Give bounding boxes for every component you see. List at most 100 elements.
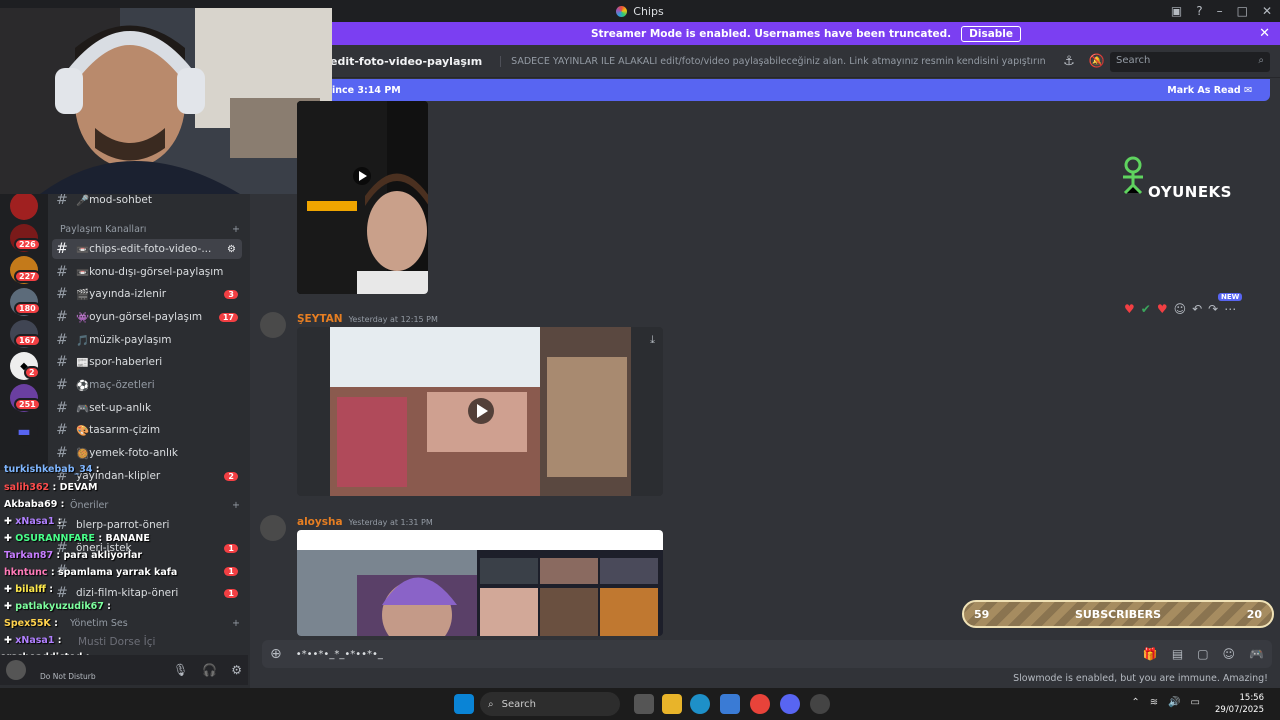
sticker-icon[interactable]: ▢ — [1197, 647, 1208, 661]
new-messages-bar[interactable]: ince 3:14 PM Mark As Read ✉ — [256, 79, 1270, 101]
user-panel: Do Not Disturb 🎙 🎧 ⚙ — [0, 655, 248, 685]
chat-line: Akbaba69 : — [4, 499, 65, 510]
chat-line: turkishkebab_34 : — [4, 464, 100, 475]
channel-item[interactable]: # 🎨 tasarım-çizim — [52, 420, 242, 440]
emoji-icon[interactable]: ☺ — [1223, 647, 1236, 661]
minimize-button[interactable]: – — [1217, 4, 1223, 18]
channel-item[interactable]: # blerp-parrot-öneri — [52, 515, 242, 535]
forward-icon[interactable]: ↷ — [1208, 302, 1218, 316]
channel-item[interactable]: # 🎮 set-up-anlık — [52, 398, 242, 418]
message-composer[interactable]: ⊕ •*••*•_*_•*••*•_ 🎁 ▤ ▢ ☺ 🎮 — [262, 640, 1272, 668]
chat-line: Tarkan87 : para akliyorlar — [4, 550, 143, 561]
wifi-icon[interactable]: ≋ — [1150, 697, 1158, 708]
chat-line: salih362 : DEVAM — [4, 482, 98, 493]
channel-topic[interactable]: SADECE YAYINLAR İLE ALAKALI edit/foto/vi… — [500, 55, 1045, 67]
channel-item[interactable]: # 🎵 müzik-paylaşım — [52, 330, 242, 350]
apps-icon[interactable]: 🎮 — [1249, 647, 1264, 661]
message-actions: ♥ ✔ ♥ ☺ ↶ ↷ ⋯ — [1124, 302, 1236, 316]
chat-line: Spex55K : — [4, 618, 58, 629]
subs-current: 59 — [974, 607, 990, 621]
user-settings-icon[interactable]: ⚙ — [231, 663, 242, 677]
heart-reaction-icon[interactable]: ♥ — [1157, 302, 1168, 316]
chat-line: hkntunc : spamlama yarrak kafa — [4, 567, 178, 578]
channel-header: edit-foto-video-paylaşım SADECE YAYINLAR… — [250, 45, 1280, 78]
category-oneriler[interactable]: Öneriler + — [60, 500, 240, 511]
microphone-icon[interactable]: 🎙 — [173, 663, 188, 677]
system-tray: ⌃ ≋ 🔊 ▭ — [1131, 697, 1200, 708]
image-attachment[interactable] — [297, 530, 663, 636]
heart-reaction-icon[interactable]: ♥ — [1124, 302, 1135, 316]
server-icon[interactable] — [10, 192, 38, 220]
oyuneks-logo: OYUNEKS — [1118, 155, 1248, 205]
avatar[interactable] — [260, 515, 286, 541]
channel-item[interactable]: # 📼 konu-dışı-görsel-paylaşım — [52, 262, 242, 282]
maximize-button[interactable]: □ — [1237, 4, 1248, 18]
close-window-button[interactable]: ✕ — [1262, 4, 1272, 18]
reply-icon[interactable]: ↶ — [1192, 302, 1202, 316]
gift-icon[interactable]: 🎁 — [1143, 647, 1158, 661]
chevron-up-icon[interactable]: ⌃ — [1131, 697, 1139, 708]
channel-item[interactable]: # dizi-film-kitap-öneri 1 — [52, 583, 242, 603]
check-reaction-icon[interactable]: ✔ — [1141, 302, 1151, 316]
streamer-mode-banner: Streamer Mode is enabled. Usernames have… — [332, 22, 1280, 45]
store-icon[interactable] — [720, 694, 740, 714]
category-yonetim[interactable]: Yönetim Ses + — [60, 618, 240, 629]
start-icon[interactable] — [454, 694, 474, 714]
app-icon[interactable] — [810, 694, 830, 714]
slowmode-text: Slowmode is enabled, but you are immune.… — [1013, 673, 1268, 684]
server-badge: 180 — [14, 302, 41, 315]
add-channel-icon: + — [232, 224, 240, 235]
mark-as-read-button[interactable]: Mark As Read ✉ — [1167, 85, 1252, 96]
server-badge: 251 — [14, 398, 41, 411]
voice-channel[interactable]: Musti Dorse İçi — [52, 632, 242, 652]
chat-line: ✚ OSURANNFARE : BANANE — [4, 533, 150, 544]
edge-icon[interactable] — [690, 694, 710, 714]
threads-icon[interactable]: ⚓ — [1063, 54, 1075, 69]
channel-item[interactable]: # ⚽ maç-özetleri — [52, 375, 242, 395]
taskbar-search[interactable]: ⌕ Search — [480, 692, 620, 716]
search-input[interactable]: Search ⌕ — [1110, 52, 1270, 72]
video-attachment[interactable] — [297, 101, 428, 294]
screen-share-icon[interactable]: ▣ — [1171, 4, 1182, 18]
chat-line: ✚ patlakyuzudik67 : — [4, 601, 111, 612]
close-banner-icon[interactable]: ✕ — [1259, 26, 1270, 41]
avatar[interactable] — [260, 312, 286, 338]
disable-streamer-button[interactable]: Disable — [961, 25, 1022, 42]
add-attachment-icon[interactable]: ⊕ — [270, 646, 282, 662]
message-author[interactable]: ŞEYTAN — [297, 313, 343, 325]
more-icon[interactable]: ⋯ — [1224, 302, 1236, 316]
search-icon: ⌕ — [1258, 55, 1264, 66]
channel-item[interactable]: # 📰 spor-haberleri — [52, 352, 242, 372]
download-icon[interactable]: ⤓ — [650, 333, 655, 347]
mute-icon[interactable]: 🔕 — [1089, 54, 1105, 69]
server-badge: 227 — [14, 270, 41, 283]
subs-label: SUBSCRIBERS — [1074, 607, 1162, 621]
message-input[interactable]: •*••*•_*_•*••*•_ — [296, 649, 383, 660]
message-time: Yesterday at 12:15 PM — [348, 315, 438, 324]
task-view-icon[interactable] — [634, 694, 654, 714]
avatar[interactable] — [6, 660, 26, 680]
clock[interactable]: 15:56 29/07/2025 — [1215, 692, 1264, 716]
headphones-icon[interactable]: 🎧 — [202, 663, 217, 677]
gif-icon[interactable]: ▤ — [1172, 647, 1183, 661]
category-paylasim[interactable]: Paylaşım Kanalları + — [60, 224, 240, 235]
subscribers-bar: 59 SUBSCRIBERS 20 — [962, 600, 1274, 628]
notifications-icon[interactable]: ▭ — [1191, 697, 1200, 708]
app-logo-icon — [616, 5, 628, 17]
channel-item[interactable]: # 🎬 yayında-izlenir 3 — [52, 284, 242, 304]
video-attachment[interactable]: ⤓ — [297, 327, 663, 496]
message-author[interactable]: aloysha — [297, 516, 343, 528]
volume-icon[interactable]: 🔊 — [1168, 697, 1180, 708]
settings-icon: ⚙ — [227, 243, 236, 255]
channel-item[interactable]: # 🥘 yemek-foto-anlık — [52, 443, 242, 463]
new-badge: NEW — [1218, 293, 1243, 301]
discord-icon[interactable] — [780, 694, 800, 714]
app-title: Chips — [633, 4, 664, 18]
channel-item[interactable]: # 📼 chips-edit-foto-video-... ⚙ — [52, 239, 242, 259]
channel-item[interactable]: # 👾 oyun-görsel-paylaşım 17 — [52, 307, 242, 327]
add-reaction-icon[interactable]: ☺ — [1174, 302, 1187, 316]
help-icon[interactable]: ? — [1196, 4, 1202, 18]
file-explorer-icon[interactable] — [662, 694, 682, 714]
folder-icon[interactable]: ▬ — [10, 418, 38, 446]
chrome-icon[interactable] — [750, 694, 770, 714]
